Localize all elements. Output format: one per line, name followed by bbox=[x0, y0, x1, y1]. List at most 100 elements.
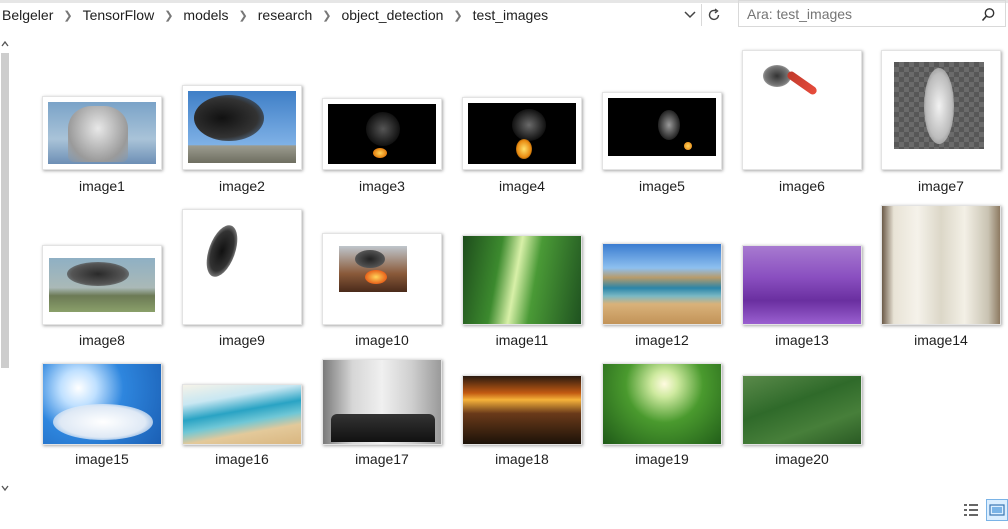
file-thumbnail bbox=[602, 92, 722, 170]
forest-image bbox=[603, 364, 721, 444]
file-thumbnail bbox=[322, 233, 442, 325]
file-thumbnail bbox=[182, 85, 302, 170]
smoke-stacks-image bbox=[48, 102, 156, 164]
file-name: image8 bbox=[79, 332, 125, 348]
search-box[interactable] bbox=[738, 0, 1006, 27]
file-item-image12[interactable]: image12 bbox=[595, 210, 729, 355]
file-thumbnail bbox=[462, 97, 582, 170]
smoke-red-image bbox=[761, 59, 819, 109]
file-name: image12 bbox=[635, 332, 689, 348]
file-item-image14[interactable]: image14 bbox=[874, 205, 1008, 355]
file-name: image17 bbox=[355, 451, 409, 467]
breadcrumb-item-object-detection[interactable]: object_detection bbox=[339, 7, 445, 23]
file-thumbnail bbox=[602, 243, 722, 325]
file-item-image16[interactable]: image16 bbox=[175, 360, 309, 480]
scroll-down-button[interactable] bbox=[0, 481, 10, 493]
file-thumbnail bbox=[742, 50, 862, 170]
refresh-button[interactable] bbox=[701, 4, 726, 26]
beach-image bbox=[183, 385, 301, 444]
search-icon bbox=[981, 7, 994, 21]
lavender-field-image bbox=[743, 246, 861, 324]
breadcrumb-item-belgeler[interactable]: Belgeler bbox=[0, 7, 55, 23]
view-switcher[interactable] bbox=[960, 499, 1008, 524]
file-item-image1[interactable]: image1 bbox=[35, 60, 169, 200]
address-history-dropdown-button[interactable] bbox=[681, 5, 699, 25]
details-view-button[interactable] bbox=[960, 499, 982, 521]
file-name: image6 bbox=[779, 178, 825, 194]
file-thumbnail bbox=[322, 98, 442, 170]
vertical-scrollbar[interactable] bbox=[0, 37, 10, 495]
sunset-sea-image bbox=[463, 376, 581, 444]
file-thumbnail bbox=[182, 384, 302, 445]
file-name: image19 bbox=[635, 451, 689, 467]
file-name: image14 bbox=[914, 332, 968, 348]
file-item-image18[interactable]: image18 bbox=[455, 360, 589, 480]
file-thumbnail bbox=[881, 50, 1001, 170]
chevron-right-icon[interactable]: ❯ bbox=[445, 9, 470, 22]
file-item-image6[interactable]: image6 bbox=[735, 50, 869, 200]
file-name: image18 bbox=[495, 451, 549, 467]
file-name: image7 bbox=[918, 178, 964, 194]
chevron-right-icon[interactable]: ❯ bbox=[231, 9, 256, 22]
scroll-up-button[interactable] bbox=[0, 37, 10, 49]
file-thumbnail bbox=[42, 96, 162, 170]
file-thumbnail bbox=[881, 205, 1001, 325]
file-name: image20 bbox=[775, 451, 829, 467]
black-smoke-image bbox=[200, 221, 249, 282]
file-item-image9[interactable]: image9 bbox=[175, 209, 309, 355]
search-input[interactable] bbox=[747, 5, 972, 23]
file-item-image7[interactable]: image7 bbox=[874, 50, 1008, 200]
file-thumbnail bbox=[322, 359, 442, 445]
file-thumbnail bbox=[182, 209, 302, 325]
search-button[interactable] bbox=[979, 5, 997, 23]
file-item-image5[interactable]: image5 bbox=[595, 60, 729, 200]
file-item-image11[interactable]: image11 bbox=[455, 210, 589, 355]
file-item-image2[interactable]: image2 bbox=[175, 60, 309, 200]
file-name: image1 bbox=[79, 178, 125, 194]
living-room-image bbox=[323, 360, 441, 444]
breadcrumb[interactable]: Belgeler ❯ TensorFlow ❯ models ❯ researc… bbox=[0, 3, 727, 27]
large-icons-view-button[interactable] bbox=[986, 499, 1008, 521]
breadcrumb-item-research[interactable]: research bbox=[256, 7, 314, 23]
fire-building-image bbox=[339, 246, 407, 292]
file-name: image3 bbox=[359, 178, 405, 194]
file-thumbnail bbox=[742, 375, 862, 445]
breadcrumb-item-test-images[interactable]: test_images bbox=[471, 7, 550, 23]
file-item-image19[interactable]: image19 bbox=[595, 360, 729, 480]
beach-image bbox=[603, 244, 721, 324]
file-item-image20[interactable]: image20 bbox=[735, 360, 869, 480]
chevron-right-icon[interactable]: ❯ bbox=[55, 9, 80, 22]
file-thumbnail bbox=[42, 363, 162, 445]
file-thumbnail bbox=[742, 245, 862, 325]
breadcrumb-item-models[interactable]: models bbox=[181, 7, 230, 23]
chevron-up-icon bbox=[1, 40, 9, 47]
chevron-right-icon[interactable]: ❯ bbox=[314, 9, 339, 22]
forest-hill-image bbox=[743, 376, 861, 444]
file-name: image15 bbox=[75, 451, 129, 467]
file-item-image13[interactable]: image13 bbox=[735, 210, 869, 355]
file-item-image15[interactable]: image15 bbox=[35, 360, 169, 480]
file-item-image4[interactable]: image4 bbox=[455, 60, 589, 200]
file-name: image9 bbox=[219, 332, 265, 348]
file-thumbnail bbox=[462, 375, 582, 445]
white-smoke-image bbox=[894, 62, 984, 149]
scrollbar-thumb[interactable] bbox=[1, 53, 9, 368]
curtain-window-image bbox=[882, 206, 1000, 324]
file-item-image8[interactable]: image8 bbox=[35, 210, 169, 355]
black-smoke-image bbox=[188, 91, 296, 163]
forest-image bbox=[463, 236, 581, 324]
file-item-image3[interactable]: image3 bbox=[315, 60, 449, 200]
smoke-fire-dark-image bbox=[468, 103, 576, 164]
file-item-image17[interactable]: image17 bbox=[315, 359, 449, 480]
breadcrumb-item-tensorflow[interactable]: TensorFlow bbox=[81, 7, 157, 23]
file-name: image2 bbox=[219, 178, 265, 194]
chevron-down-icon bbox=[684, 11, 696, 19]
sky-clouds-image bbox=[43, 364, 161, 444]
file-thumbnail bbox=[462, 235, 582, 325]
file-thumbnail bbox=[42, 245, 162, 325]
file-item-image10[interactable]: image10 bbox=[315, 210, 449, 355]
file-name: image10 bbox=[355, 332, 409, 348]
chevron-right-icon[interactable]: ❯ bbox=[156, 9, 181, 22]
file-thumbnail bbox=[602, 363, 722, 445]
file-name: image16 bbox=[215, 451, 269, 467]
